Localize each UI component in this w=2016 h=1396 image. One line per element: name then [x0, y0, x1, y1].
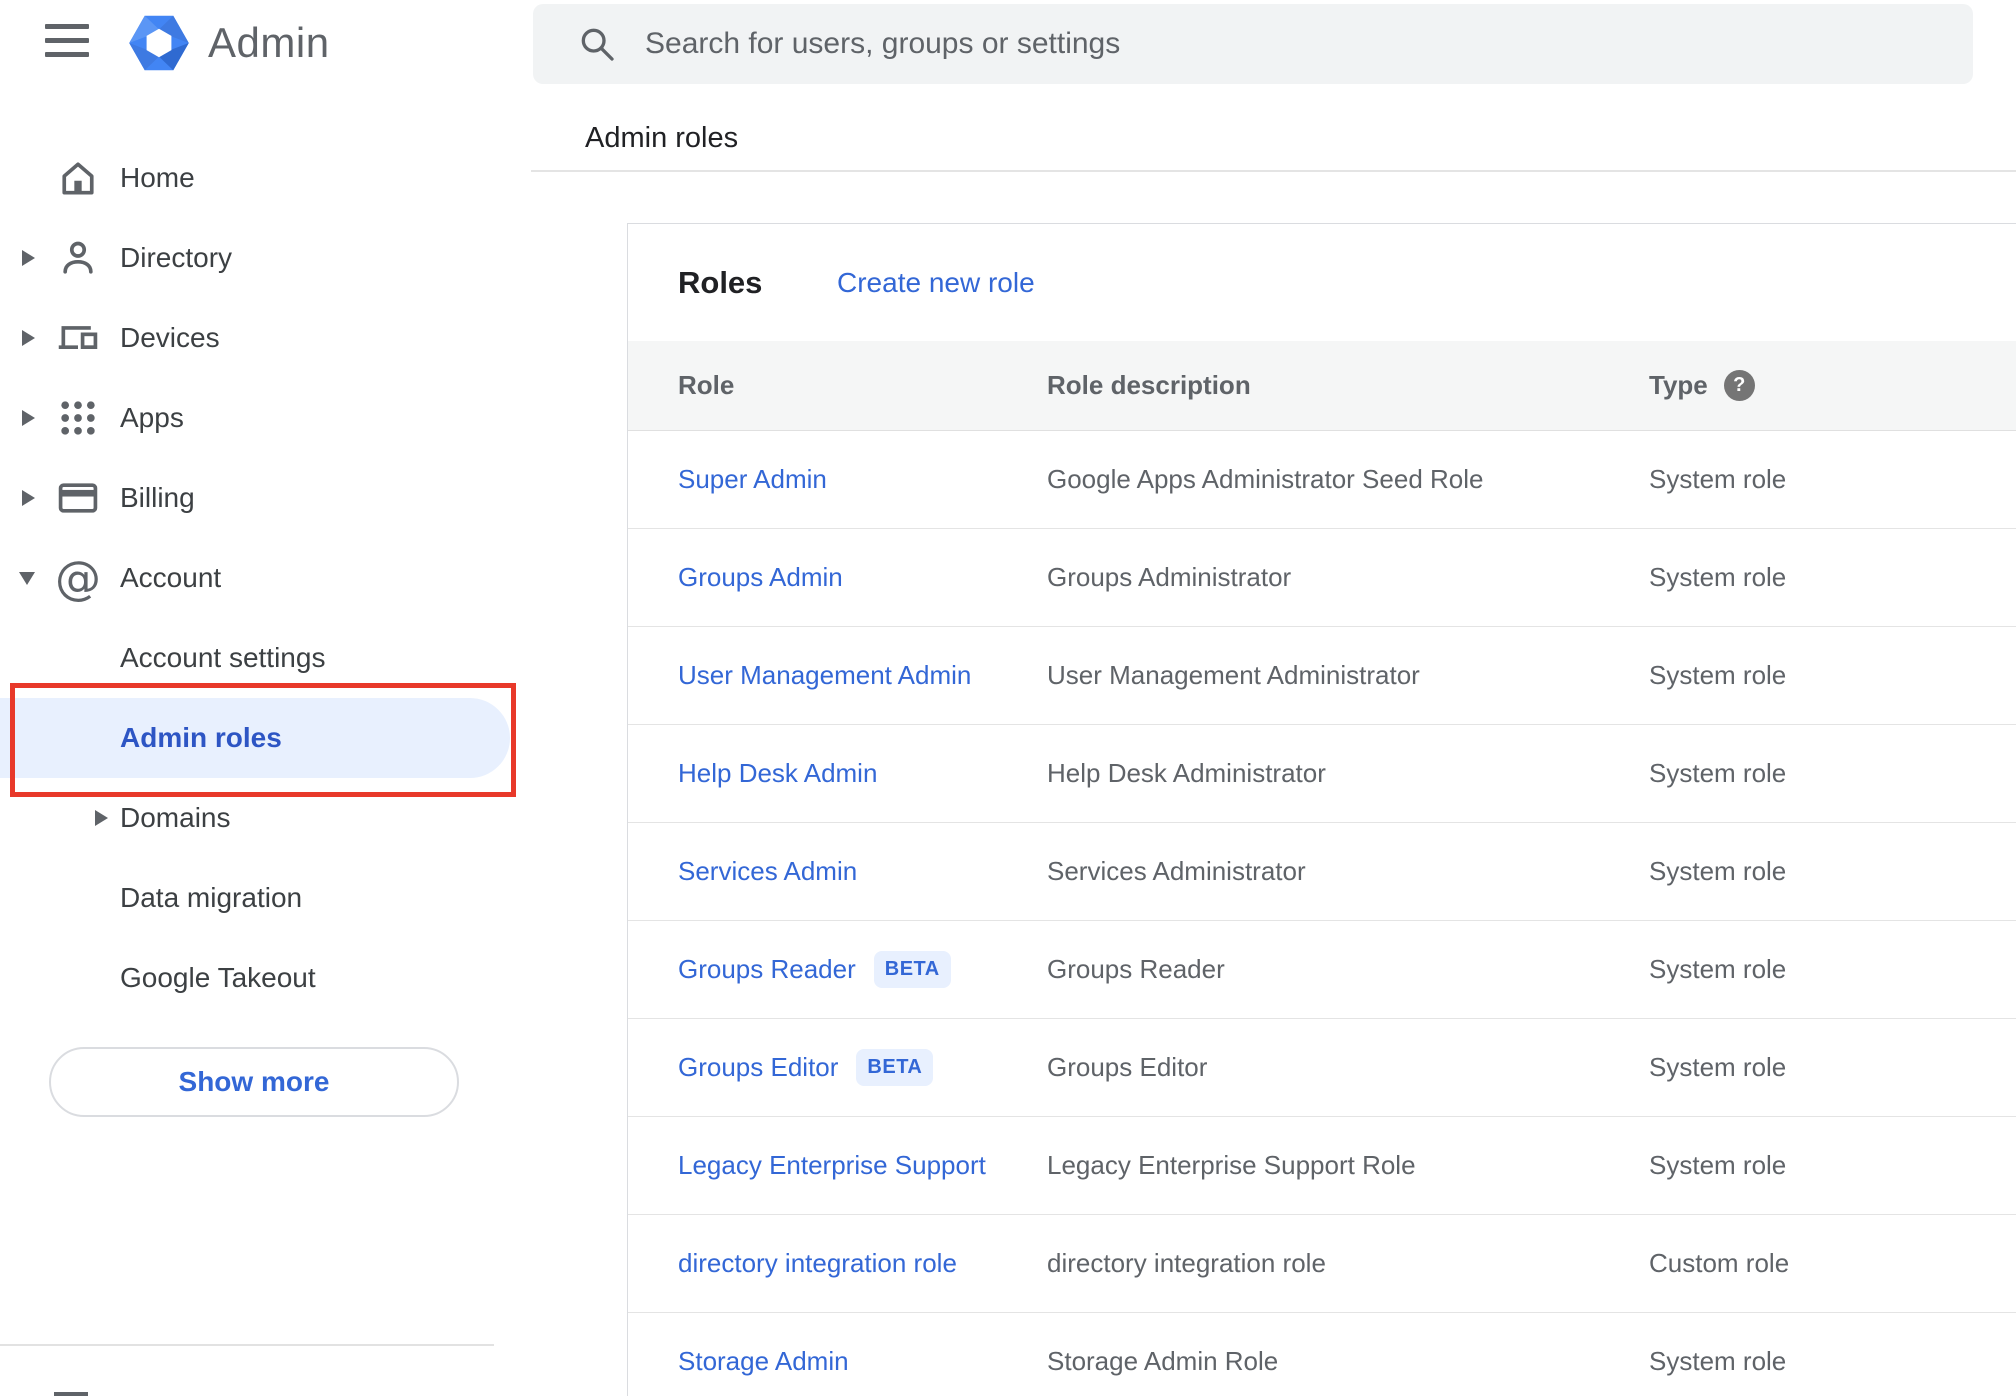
role-link[interactable]: directory integration role — [678, 1248, 957, 1279]
hamburger-menu-icon[interactable] — [45, 24, 89, 58]
role-type: System role — [1649, 1052, 1787, 1082]
role-description: Legacy Enterprise Support Role — [1047, 1150, 1416, 1180]
admin-logo: Admin — [128, 12, 330, 74]
table-row: Groups Editor BETA Groups Editor System … — [628, 1019, 2016, 1117]
sidebar-item-home[interactable]: Home — [0, 138, 531, 218]
sidebar-item-admin-roles[interactable]: Admin roles — [0, 698, 510, 778]
role-description: Groups Editor — [1047, 1052, 1208, 1082]
role-link[interactable]: User Management Admin — [678, 660, 971, 691]
search-input[interactable] — [645, 27, 1895, 61]
role-type: System role — [1649, 758, 1787, 788]
sidebar-nav: Home Directory Devices Apps Billing @ Ac… — [0, 138, 531, 1018]
role-description: Groups Reader — [1047, 954, 1225, 984]
beta-badge: BETA — [873, 951, 951, 988]
table-row: Storage Admin Storage Admin Role System … — [628, 1313, 2016, 1396]
devices-icon — [55, 315, 101, 361]
sidebar-item-apps[interactable]: Apps — [0, 378, 531, 458]
app-title: Admin — [208, 19, 330, 66]
role-description: directory integration role — [1047, 1248, 1326, 1278]
role-type: System role — [1649, 1346, 1787, 1376]
role-link[interactable]: Groups Editor — [678, 1052, 838, 1083]
role-description: Storage Admin Role — [1047, 1346, 1279, 1376]
table-row: Groups Reader BETA Groups Reader System … — [628, 921, 2016, 1019]
column-header-description: Role description — [1047, 370, 1251, 400]
expand-arrow-icon[interactable] — [22, 250, 35, 266]
breadcrumb-divider — [531, 170, 2016, 172]
breadcrumb: Admin roles — [585, 122, 739, 154]
role-type: Custom role — [1649, 1248, 1790, 1278]
expand-arrow-icon[interactable] — [95, 810, 108, 826]
role-type: System role — [1649, 954, 1787, 984]
role-link[interactable]: Groups Reader — [678, 954, 856, 985]
sidebar-item-billing[interactable]: Billing — [0, 458, 531, 538]
expand-arrow-icon[interactable] — [22, 490, 35, 506]
admin-console-screen: Admin Admin roles Home — [0, 0, 2016, 1396]
sidebar-item-domains[interactable]: Domains — [0, 778, 531, 858]
role-description: Services Administrator — [1047, 856, 1306, 886]
search-icon — [581, 28, 614, 61]
sidebar-item-google-takeout[interactable]: Google Takeout — [0, 938, 531, 1018]
sidebar-item-devices[interactable]: Devices — [0, 298, 531, 378]
beta-badge: BETA — [856, 1049, 934, 1086]
directory-person-icon — [55, 235, 101, 281]
sidebar-item-data-migration[interactable]: Data migration — [0, 858, 531, 938]
table-row: directory integration role directory int… — [628, 1215, 2016, 1313]
collapse-arrow-icon[interactable] — [19, 571, 35, 585]
roles-card: Roles Create new role Role Role descript… — [627, 223, 2016, 1396]
column-header-type: Type — [1649, 370, 1708, 400]
home-icon — [55, 155, 101, 201]
search-bar[interactable] — [533, 4, 1973, 84]
role-description: Google Apps Administrator Seed Role — [1047, 464, 1484, 494]
apps-grid-icon — [55, 395, 101, 441]
admin-hexagon-logo-icon — [129, 15, 189, 71]
expand-arrow-icon[interactable] — [22, 410, 35, 426]
roles-card-header: Roles Create new role — [628, 224, 2016, 341]
role-link[interactable]: Storage Admin — [678, 1346, 849, 1377]
show-more-button[interactable]: Show more — [49, 1047, 459, 1117]
table-row: User Management Admin User Management Ad… — [628, 627, 2016, 725]
role-description: Help Desk Administrator — [1047, 758, 1326, 788]
table-row: Legacy Enterprise Support Legacy Enterpr… — [628, 1117, 2016, 1215]
sidebar-bottom-divider — [0, 1344, 494, 1346]
sidebar-item-account-settings[interactable]: Account settings — [0, 618, 531, 698]
expand-arrow-icon[interactable] — [22, 330, 35, 346]
table-row: Super Admin Google Apps Administrator Se… — [628, 431, 2016, 529]
role-link[interactable]: Super Admin — [678, 464, 827, 495]
table-row: Services Admin Services Administrator Sy… — [628, 823, 2016, 921]
billing-card-icon — [55, 475, 101, 521]
sidebar-item-account[interactable]: @ Account — [0, 538, 531, 618]
role-description: Groups Administrator — [1047, 562, 1292, 592]
column-header-role: Role — [678, 370, 735, 400]
create-new-role-link[interactable]: Create new role — [837, 267, 1035, 299]
account-at-icon: @ — [55, 551, 101, 605]
role-link[interactable]: Groups Admin — [678, 562, 843, 593]
role-type: System role — [1649, 562, 1787, 592]
role-link[interactable]: Legacy Enterprise Support — [678, 1150, 986, 1181]
role-type: System role — [1649, 1150, 1787, 1180]
table-row: Groups Admin Groups Administrator System… — [628, 529, 2016, 627]
role-type: System role — [1649, 464, 1787, 494]
table-row: Help Desk Admin Help Desk Administrator … — [628, 725, 2016, 823]
role-type: System role — [1649, 660, 1787, 690]
sidebar-item-directory[interactable]: Directory — [0, 218, 531, 298]
table-header-row: Role Role description Type ? — [628, 341, 2016, 431]
role-link[interactable]: Help Desk Admin — [678, 758, 877, 789]
card-title: Roles — [678, 264, 763, 300]
help-icon[interactable]: ? — [1723, 370, 1755, 401]
role-type: System role — [1649, 856, 1787, 886]
role-description: User Management Administrator — [1047, 660, 1420, 690]
sidebar-bottom-partial-icon — [54, 1392, 88, 1396]
role-link[interactable]: Services Admin — [678, 856, 857, 887]
